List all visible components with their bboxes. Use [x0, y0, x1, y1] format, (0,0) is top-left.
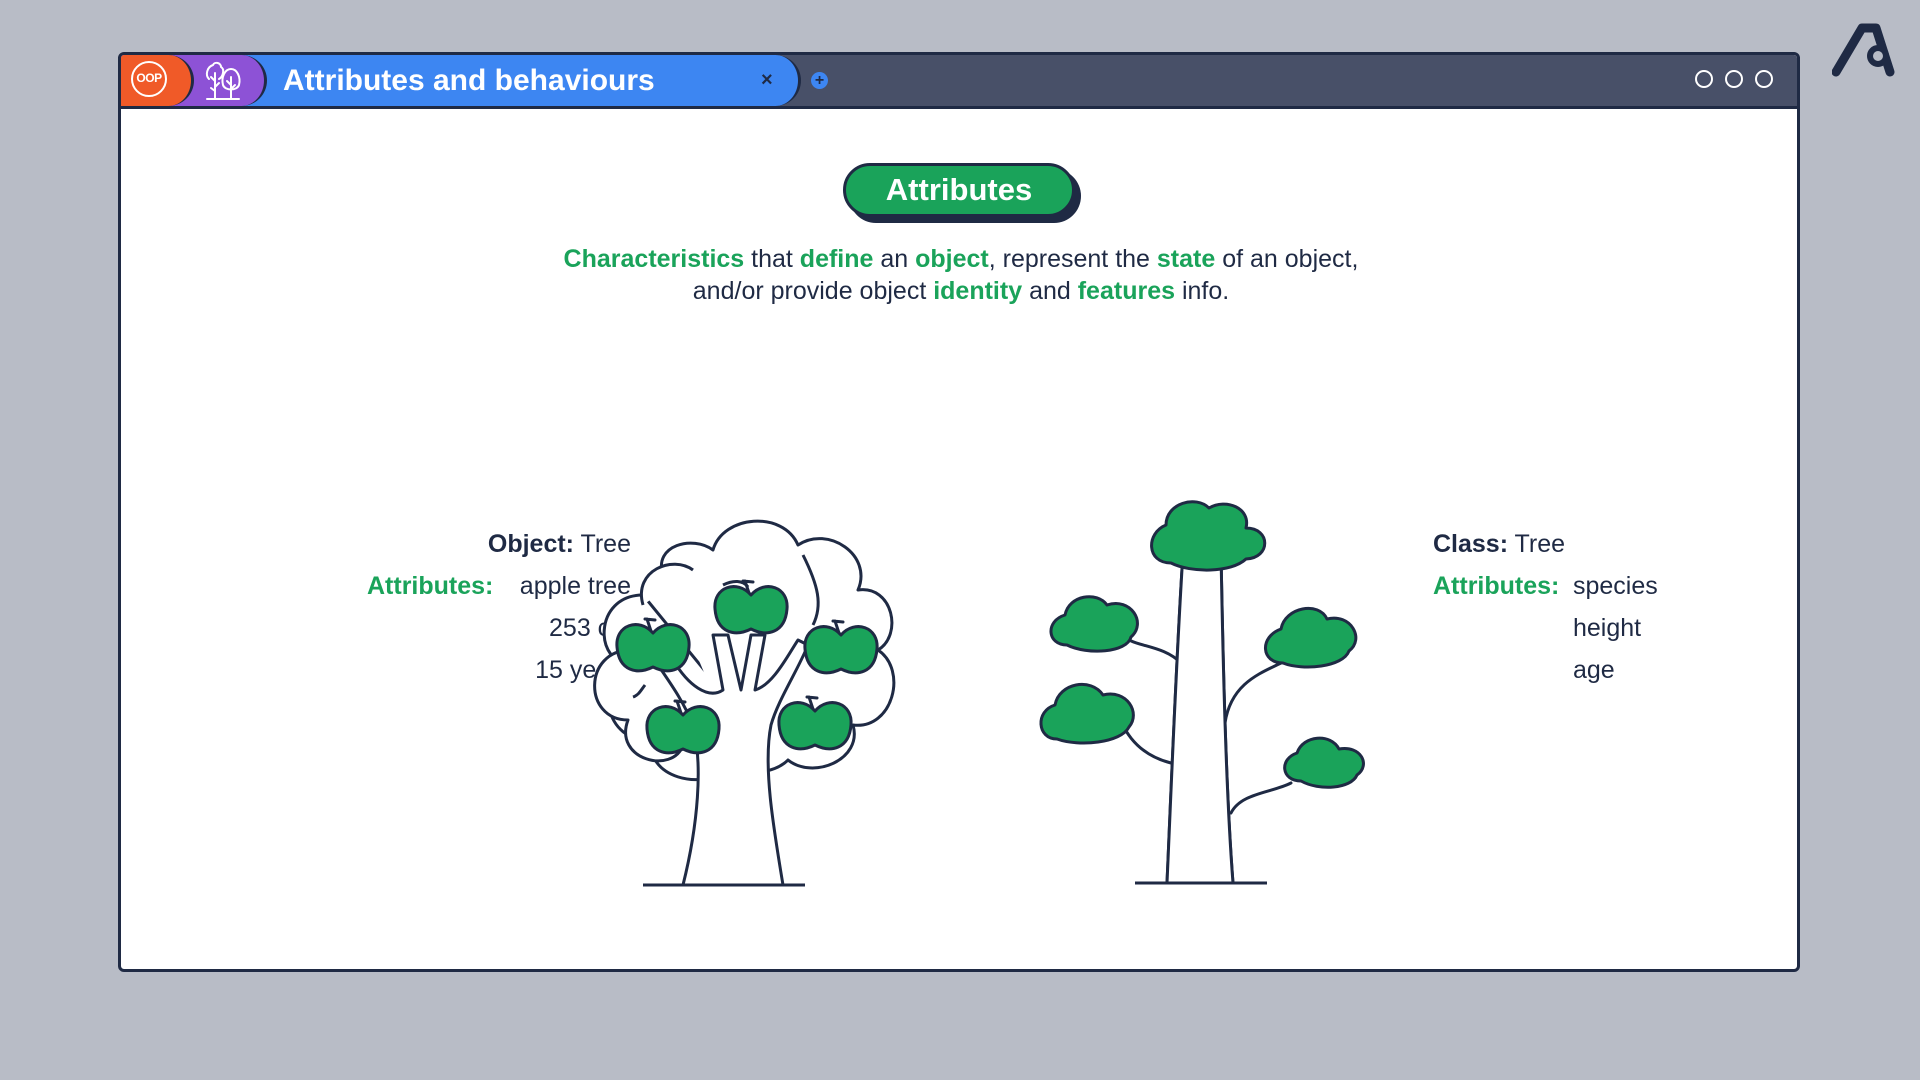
- class-name: Tree: [1508, 530, 1566, 558]
- text: info.: [1175, 277, 1230, 305]
- window-control-button-3[interactable]: [1755, 70, 1773, 88]
- text: , represent the: [988, 245, 1157, 273]
- class-attributes-label: Attributes:: [1433, 572, 1560, 600]
- attributes-description: Characteristics that define an object, r…: [551, 243, 1371, 307]
- keyword: features: [1077, 277, 1175, 305]
- object-attributes-label: Attributes:: [367, 572, 494, 600]
- oop-badge-icon: OOP: [131, 61, 167, 97]
- brand-logo-icon: [1832, 23, 1895, 77]
- class-attribute-value: age: [1573, 656, 1615, 684]
- class-tree-illustration: [1039, 500, 1365, 885]
- new-tab-button[interactable]: +: [811, 72, 828, 89]
- object-label: Object:: [487, 530, 575, 558]
- keyword: define: [799, 245, 874, 273]
- text: and: [1022, 277, 1078, 305]
- window-control-button-1[interactable]: [1695, 70, 1713, 88]
- title-bar: OOP Attributes and behaviours × +: [121, 55, 1797, 109]
- class-panel: Class: Tree Attributes: species height ag…: [1433, 523, 1753, 691]
- tab-close-button[interactable]: ×: [761, 55, 773, 106]
- text: that: [744, 245, 800, 273]
- apple-tree-illustration: [593, 519, 896, 887]
- class-attribute-value: species: [1573, 572, 1658, 600]
- keyword: object: [915, 245, 989, 273]
- tab-title: Attributes and behaviours: [283, 64, 655, 97]
- keyword: Characteristics: [563, 245, 745, 273]
- keyword: state: [1156, 245, 1216, 273]
- text: an: [873, 245, 916, 273]
- attributes-heading: Attributes: [843, 163, 1075, 217]
- class-attribute-value: height: [1573, 614, 1642, 642]
- trees-icon: [205, 61, 241, 100]
- window-control-button-2[interactable]: [1725, 70, 1743, 88]
- keyword: identity: [933, 277, 1023, 305]
- app-window: OOP Attributes and behaviours × + Attrib…: [118, 52, 1800, 972]
